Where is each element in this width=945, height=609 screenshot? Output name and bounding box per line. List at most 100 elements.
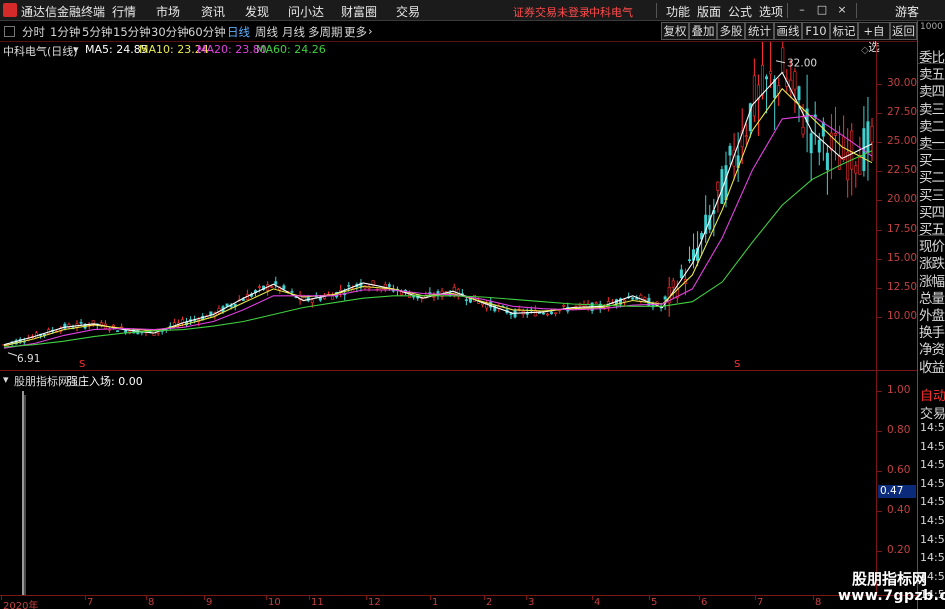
price-tick: 25.00 (887, 135, 918, 148)
quote-panel: 1000 委比 卖五 卖四 卖三 卖二 卖一 买一 买二 买三 买四 买五 现价 涨跌 涨幅 总量 外盘 换手 净资… (917, 21, 945, 421)
date-label: 4 (594, 597, 601, 608)
date-label: 11 (311, 597, 324, 608)
candle-body (156, 332, 160, 335)
date-label: 3 (528, 597, 535, 608)
period-more[interactable]: 更多 (344, 24, 367, 40)
f10-button[interactable]: F10 (802, 22, 830, 40)
date-label: 10 (268, 597, 281, 608)
candle-body (509, 313, 513, 315)
minimize-icon[interactable]: – (795, 3, 809, 17)
period-5min[interactable]: 5分钟 (82, 24, 112, 40)
ma-line-ma60 (3, 150, 873, 348)
diejia-button[interactable]: 叠加 (689, 22, 717, 40)
date-label: 1 (432, 597, 439, 608)
candle-body (464, 299, 468, 301)
chart-diamond-icon[interactable]: ◇ (861, 45, 869, 56)
price-tick: 17.50 (887, 222, 918, 235)
candle-body (854, 165, 858, 174)
period-daily[interactable]: 日线 (227, 24, 250, 40)
date-tick (813, 596, 814, 600)
period-60min[interactable]: 60分钟 (188, 24, 226, 40)
watermark-url: www.7gpzb.com (838, 588, 945, 604)
more-chevron-icon[interactable]: › (368, 24, 373, 38)
trade-time: 14:56 (920, 495, 945, 509)
menu-faxian[interactable]: 发现 (245, 3, 269, 20)
candle-body (866, 121, 870, 153)
period-30min[interactable]: 30分钟 (151, 24, 189, 40)
menu-zixun[interactable]: 资讯 (201, 3, 225, 20)
menu-hangqing[interactable]: 行情 (112, 3, 136, 20)
menu-jiaoyi[interactable]: 交易 (396, 3, 420, 20)
app-title: 通达信金融终端 (21, 5, 106, 19)
candle-body (387, 284, 391, 287)
price-tick-mark (877, 287, 882, 289)
period-1min[interactable]: 1分钟 (50, 24, 80, 40)
date-label: 7 (87, 597, 94, 608)
huaxian-button[interactable]: 画线 (774, 22, 802, 40)
candle-body (282, 285, 286, 290)
candle-body (744, 135, 748, 137)
menu-shichang[interactable]: 市场 (156, 3, 180, 20)
app-logo-icon (3, 3, 17, 17)
date-label: 12 (368, 597, 381, 608)
maximize-icon[interactable]: □ (815, 3, 829, 17)
indicator-axis: 1.00 0.80 0.60 0.40 0.20 0.47 (876, 371, 917, 595)
high-price-label: 32.00 (787, 58, 817, 70)
price-tick: 30.00 (887, 77, 918, 89)
price-axis: 30.00 27.50 25.00 22.50 20.00 17.50 15.00 12.50… (876, 42, 917, 370)
menu-gongneng[interactable]: 功能 (666, 3, 690, 20)
candle-body (258, 286, 262, 288)
candle-body (582, 304, 586, 307)
menu-gongshi[interactable]: 公式 (728, 3, 752, 20)
guest-login[interactable]: 游客 (895, 3, 919, 20)
date-label: 5 (651, 597, 658, 608)
indicator-series-group (22, 391, 26, 595)
period-fenshi[interactable]: 分时 (22, 24, 45, 40)
indicator-tick: 1.00 (887, 384, 911, 396)
menu-wenxiaoda[interactable]: 问小达 (288, 3, 324, 20)
auto-trade-label[interactable]: 自动 (920, 385, 945, 404)
low-price-label: 6.91 (17, 353, 40, 365)
period-multi[interactable]: 多周期 (308, 24, 343, 40)
back-button[interactable]: 返回 (890, 22, 917, 40)
candle-body (793, 71, 797, 90)
quote-row-label[interactable]: 收益 (919, 356, 945, 376)
period-weekly[interactable]: 周线 (255, 24, 278, 40)
candle-body (833, 133, 837, 136)
price-tick: 12.50 (887, 280, 918, 293)
period-15min[interactable]: 15分钟 (113, 24, 151, 40)
add-watchlist-button[interactable]: +自选 (858, 22, 890, 54)
candlestick-chart[interactable]: 32.00 6.91 S S (0, 42, 876, 370)
fuquan-button[interactable]: 复权 (661, 22, 689, 40)
candle-body (728, 145, 732, 156)
indicator-tick: 0.20 (887, 544, 911, 556)
title-bar: 通达信金融终端 行情 市场 资讯 发现 问小达 财富圈 交易 证券交易未登录 中… (0, 0, 945, 21)
toolbar-checkbox[interactable] (4, 26, 15, 37)
indicator-tick: 0.40 (887, 504, 911, 516)
candle-body (347, 285, 351, 287)
menu-caifuquan[interactable]: 财富圈 (341, 3, 377, 20)
login-status[interactable]: 证券交易未登录 (513, 4, 590, 20)
indicator-chart[interactable] (0, 371, 876, 595)
candle-body (541, 312, 545, 315)
menu-xuanxiang[interactable]: 选项 (759, 3, 783, 20)
candle-body (760, 64, 764, 96)
price-tick: 22.50 (887, 164, 918, 177)
price-tick-mark (877, 229, 882, 231)
close-icon[interactable]: × (835, 3, 849, 17)
duogu-button[interactable]: 多股 (717, 22, 745, 40)
menu-banmian[interactable]: 版面 (697, 3, 721, 20)
tongji-button[interactable]: 统计 (745, 22, 774, 40)
price-tick: 15.00 (887, 251, 918, 264)
date-tick (699, 596, 700, 600)
trade-time: 14:56 (920, 532, 945, 546)
date-tick (204, 596, 205, 600)
biaoji-button[interactable]: 标记 (830, 22, 858, 40)
candle-body (858, 157, 862, 175)
period-monthly[interactable]: 月线 (282, 24, 305, 40)
indicator-tick: 0.60 (887, 464, 911, 476)
period-toolbar: 分时 1分钟 5分钟 15分钟 30分钟 60分钟 日线 周线 月线 多周期 更… (0, 21, 945, 54)
candle-body (825, 152, 829, 171)
watermark-title: 股朋指标网 (852, 570, 928, 588)
candle-body (643, 297, 647, 300)
